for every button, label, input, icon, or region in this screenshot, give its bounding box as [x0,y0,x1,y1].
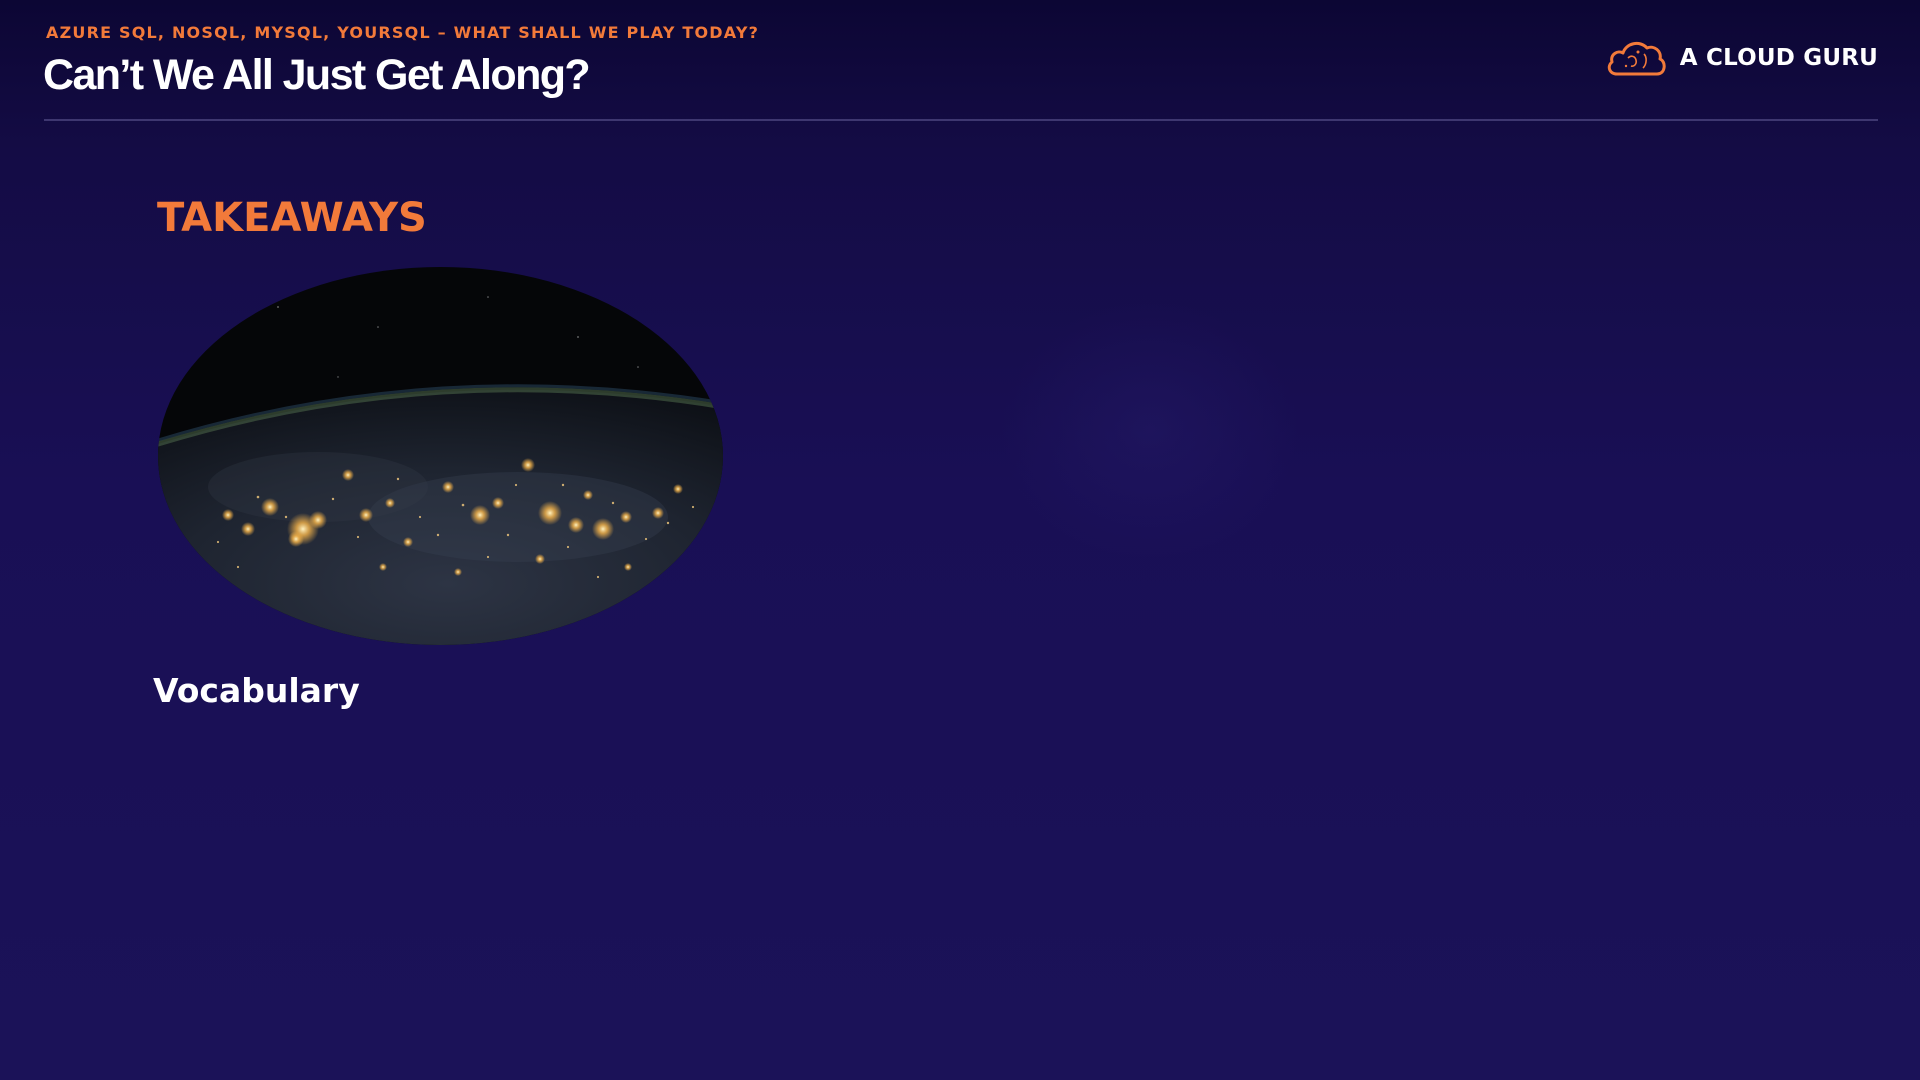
brand-name: A CLOUD GURU [1679,45,1878,71]
header-divider [44,119,1878,121]
earth-at-night-image [158,267,723,645]
background-glow [1000,300,1300,560]
slide-title: Can’t We All Just Get Along? [43,51,591,99]
slide-subtitle: AZURE SQL, NOSQL, MYSQL, YOURSQL – WHAT … [46,23,760,42]
takeaway-item-vocabulary: Vocabulary [153,671,360,710]
brand-logo: A CLOUD GURU [1604,36,1878,80]
cloud-logo-icon [1607,41,1666,76]
section-heading: TAKEAWAYS [157,195,427,241]
